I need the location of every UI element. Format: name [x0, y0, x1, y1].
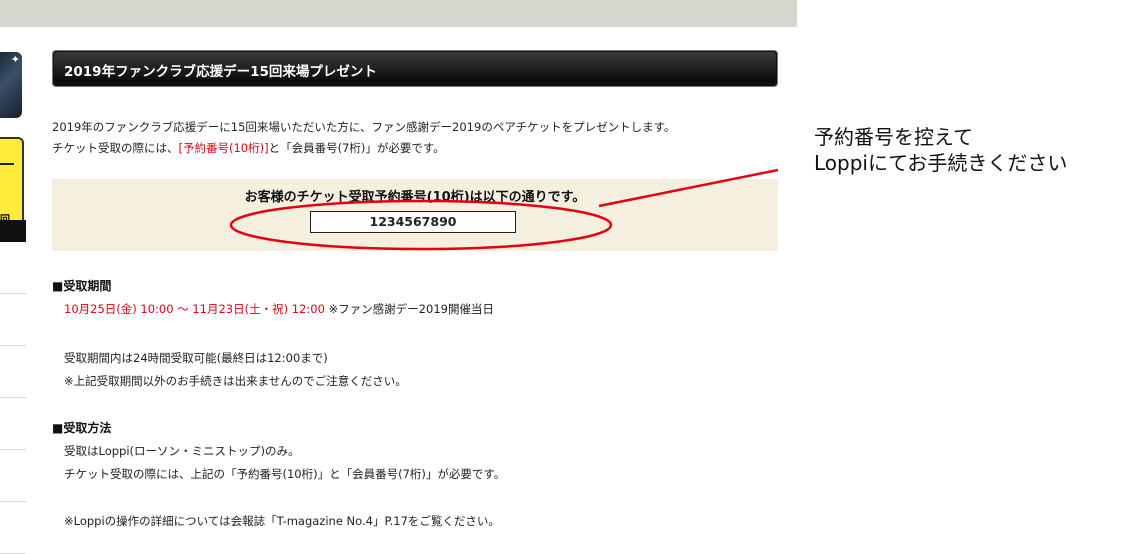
annotation-line-1: 予約番号を控えて	[814, 125, 973, 149]
annotation-overlay	[229, 168, 779, 251]
annotation-callout: 予約番号を控えて Loppiにてお手続きください	[814, 124, 1067, 176]
highlight-ellipse	[229, 199, 613, 251]
annotation-pointer-line	[598, 168, 779, 208]
annotation-line-2: Loppiにてお手続きください	[814, 151, 1068, 175]
